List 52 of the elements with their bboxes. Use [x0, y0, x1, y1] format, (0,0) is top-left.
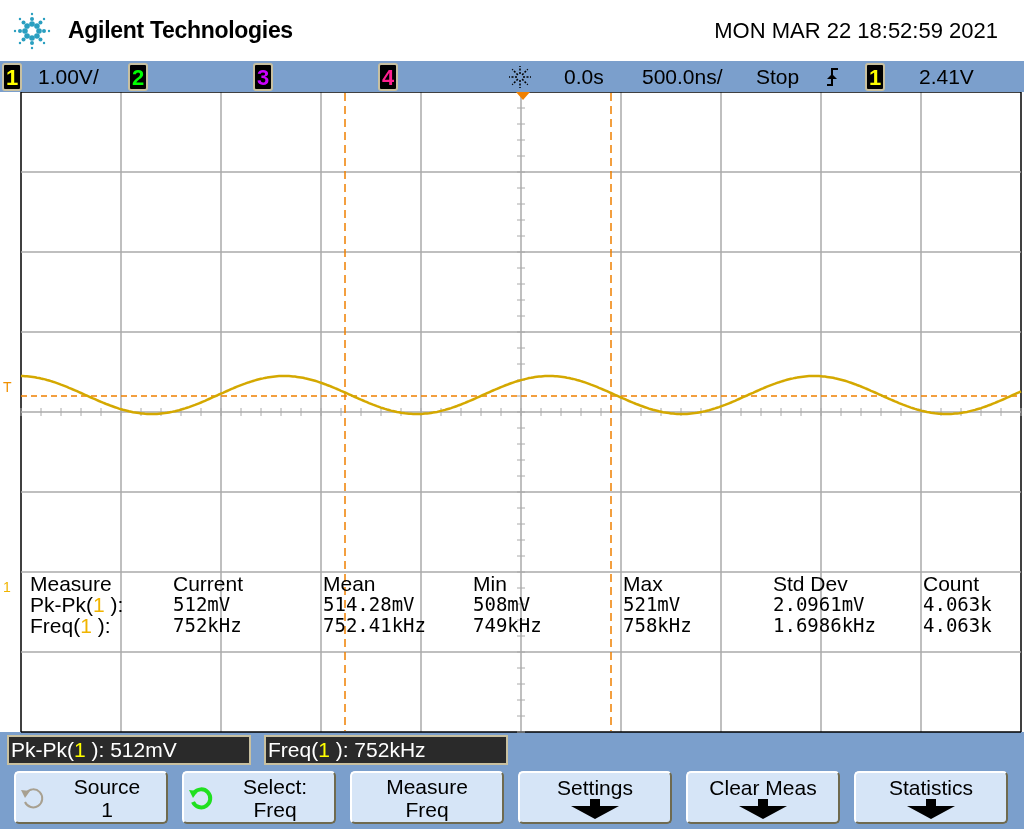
down-arrow-icon [571, 799, 619, 819]
date-time: MON MAR 22 18:52:59 2021 [714, 17, 998, 44]
down-arrow-icon [907, 799, 955, 819]
measurement-value: 1.6986kHz [773, 615, 877, 636]
measurement-value: 758kHz [623, 615, 693, 636]
column-header: Count [923, 573, 981, 594]
column-header: Current [173, 573, 245, 594]
delay-value: 0.0s [563, 64, 604, 89]
measurement-value: 752kHz [173, 615, 243, 636]
measurement-readout: Pk-Pk(1 ): 512mV [7, 735, 251, 765]
trigger-channel-indicator[interactable]: 1 [865, 62, 885, 91]
softkey-button[interactable]: Settings [518, 771, 672, 824]
timebase-value: 500.0ns/ [641, 64, 723, 89]
measurement-value: 752.41kHz [323, 615, 427, 636]
down-arrow-icon [739, 799, 787, 819]
run-state: Stop [755, 64, 800, 89]
measurement-readout: Freq(1 ): 752kHz [264, 735, 508, 765]
rotate-arrow-icon [188, 784, 214, 811]
measurement-value: 4.063k [923, 594, 993, 615]
measurement-value: 508mV [473, 594, 532, 615]
column-header: Min [473, 573, 508, 594]
channel-indicator[interactable]: 1 [2, 62, 22, 91]
channel-indicator[interactable]: 2 [128, 62, 148, 91]
cursor-line[interactable] [610, 92, 612, 732]
measurement-label: Freq(1 ): [30, 615, 111, 636]
measurement-value: 2.0961mV [773, 594, 866, 615]
softkey-button[interactable]: Source 1 [14, 771, 168, 824]
measurement-value: 521mV [623, 594, 682, 615]
channel-scale: 1.00V/ [37, 64, 99, 89]
measurement-value: 4.063k [923, 615, 993, 636]
column-header: Mean [323, 573, 377, 594]
channel-indicator[interactable]: 4 [378, 62, 398, 91]
softkey-button[interactable]: Clear Meas [686, 771, 840, 824]
column-header: Measure [30, 573, 113, 594]
measurement-label: Pk-Pk(1 ): [30, 594, 125, 615]
measurement-value: 512mV [173, 594, 232, 615]
softkey-button[interactable]: Select: Freq [182, 771, 336, 824]
measurement-value: 749kHz [473, 615, 543, 636]
starburst-logo-icon [12, 10, 52, 51]
channel-ground-marker: 1 [3, 579, 11, 595]
column-header: Std Dev [773, 573, 849, 594]
rising-edge-icon [825, 66, 839, 87]
cursor-line[interactable] [344, 92, 346, 732]
brand-name: Agilent Technologies [68, 17, 293, 44]
measurement-value: 514.28mV [323, 594, 416, 615]
channel-indicator[interactable]: 3 [253, 62, 273, 91]
softkey-button[interactable]: Statistics [854, 771, 1008, 824]
column-header: Max [623, 573, 664, 594]
trigger-level-marker: T [3, 379, 12, 395]
softkey-button[interactable]: Measure Freq [350, 771, 504, 824]
trigger-level: 2.41V [918, 64, 974, 89]
sparkle-icon [508, 64, 532, 89]
